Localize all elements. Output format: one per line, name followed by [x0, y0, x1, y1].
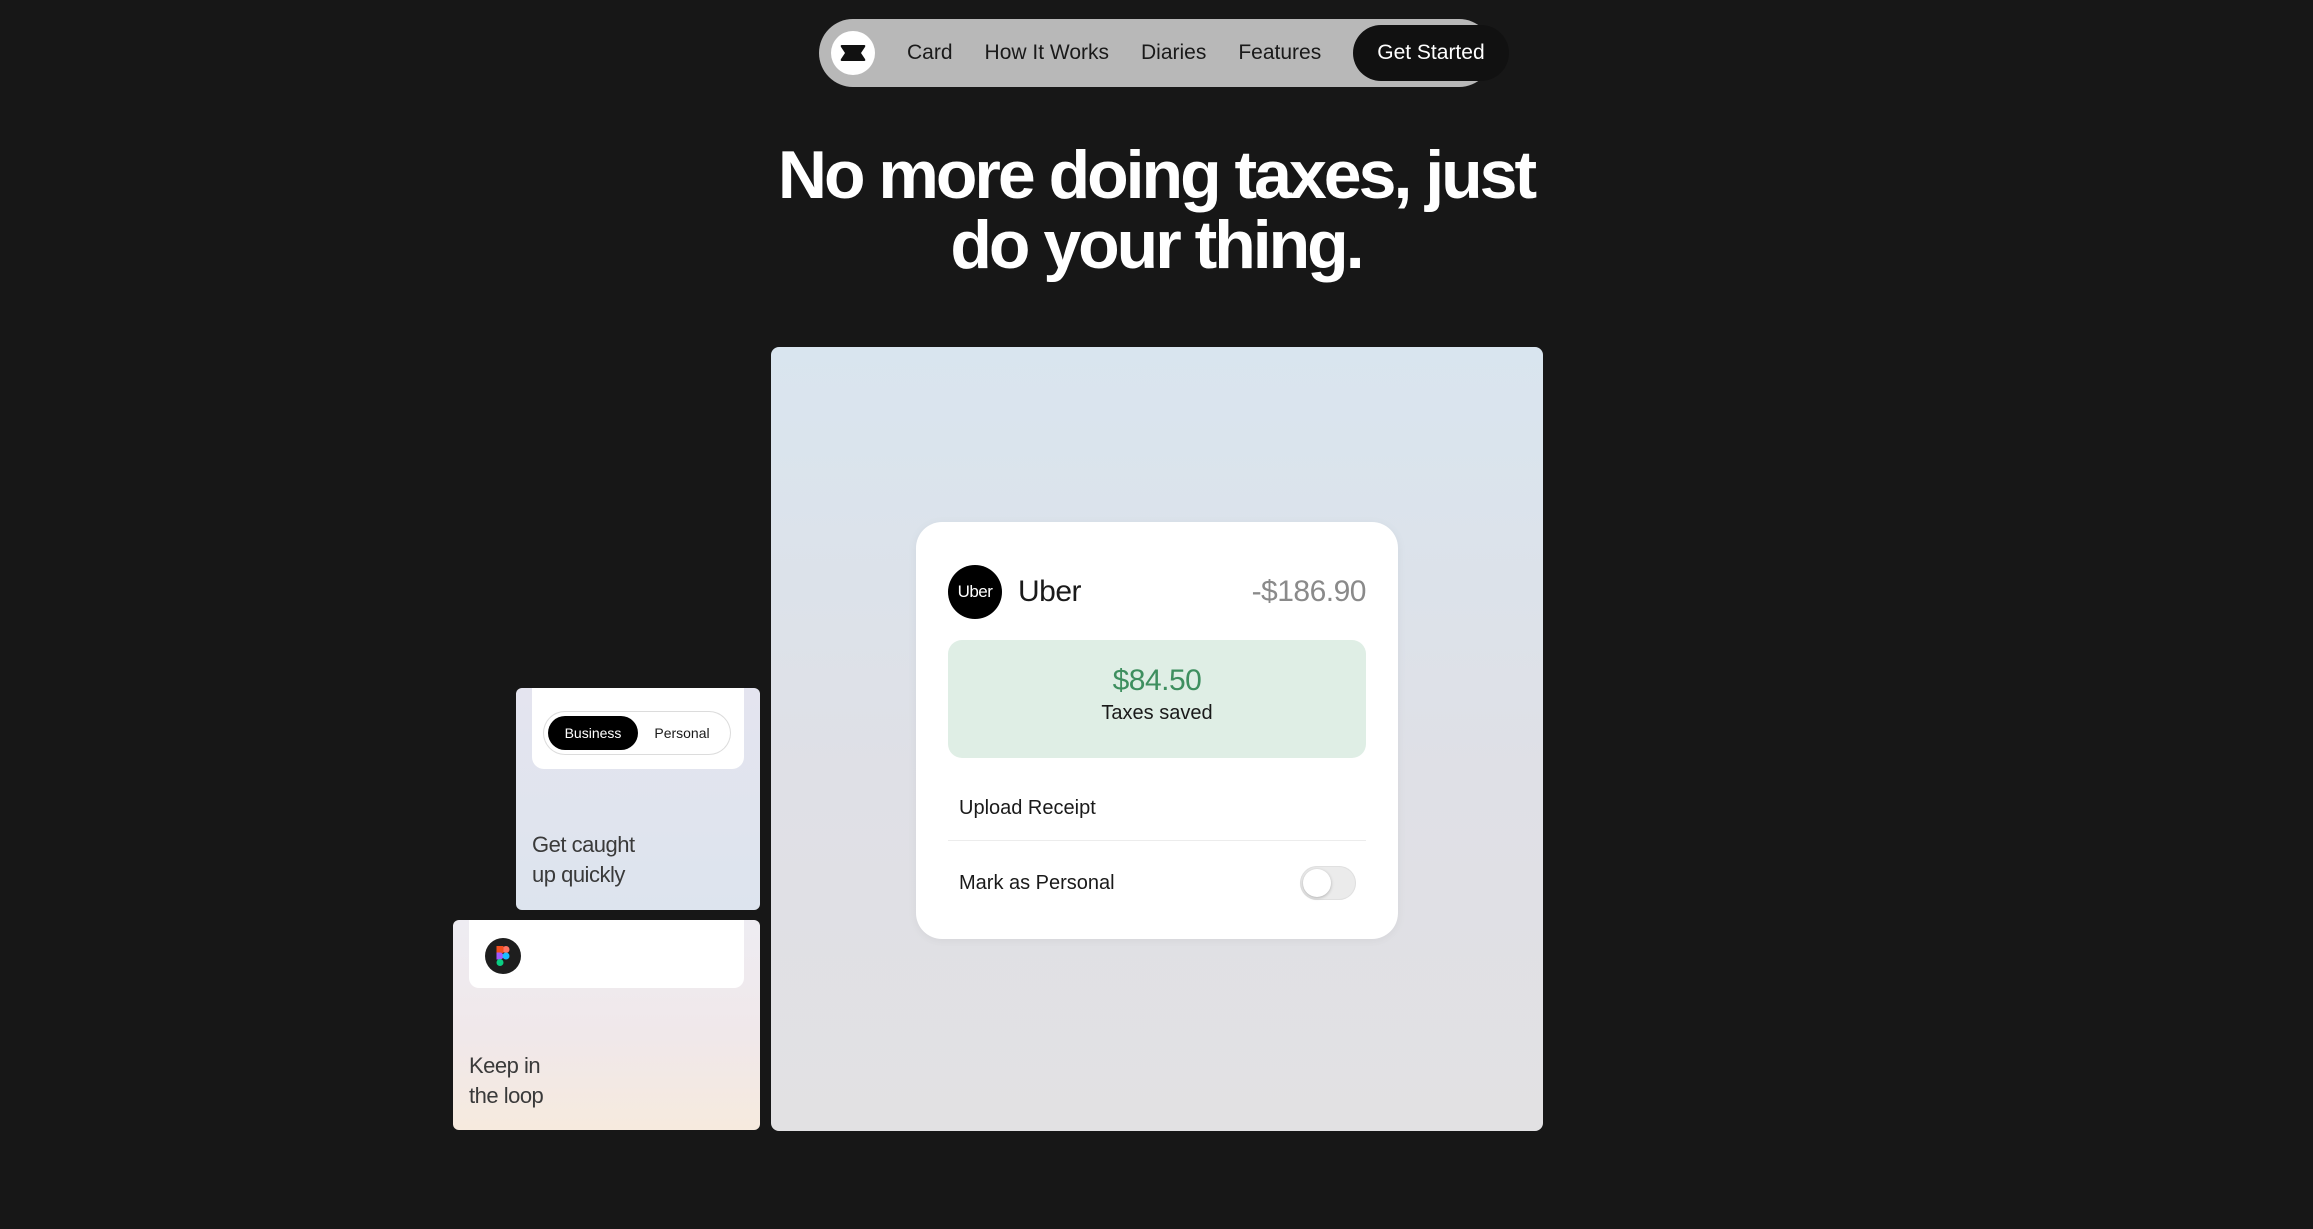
- keep-in-loop-caption: Keep in the loop: [469, 1051, 619, 1111]
- brand-logo-icon[interactable]: [831, 31, 875, 75]
- keep-in-loop-caption-line-1: Keep in: [469, 1053, 541, 1078]
- caught-up-caption: Get caught up quickly: [532, 830, 682, 890]
- nav-link-diaries[interactable]: Diaries: [1141, 41, 1206, 65]
- showcase-panel: Uber Uber -$186.90 $84.50 Taxes saved Up…: [771, 347, 1543, 1131]
- taxes-saved-value: $84.50: [1112, 664, 1202, 697]
- toggle-knob: [1303, 869, 1331, 897]
- segment-container: Business Personal: [532, 688, 744, 769]
- upload-receipt-row[interactable]: Upload Receipt: [948, 773, 1366, 843]
- transaction-amount: -$186.90: [1251, 575, 1367, 608]
- mark-personal-toggle[interactable]: [1300, 866, 1356, 900]
- hero-title-line-1: No more doing taxes, just: [777, 137, 1537, 213]
- nav-link-features[interactable]: Features: [1238, 41, 1321, 65]
- merchant-logo: Uber: [948, 565, 1002, 619]
- transaction-header: Uber Uber -$186.90: [948, 565, 1367, 619]
- segment-business[interactable]: Business: [548, 716, 638, 750]
- caught-up-caption-line-1: Get caught: [532, 832, 635, 857]
- upload-receipt-label: Upload Receipt: [959, 796, 1096, 819]
- caught-up-caption-line-2: up quickly: [532, 862, 625, 887]
- taxes-saved-box: $84.50 Taxes saved: [948, 640, 1366, 758]
- mark-personal-row: Mark as Personal: [948, 848, 1366, 918]
- top-nav: Card How It Works Diaries Features Get S…: [819, 19, 1509, 87]
- transaction-card: Uber Uber -$186.90 $84.50 Taxes saved Up…: [916, 522, 1398, 939]
- mark-personal-label: Mark as Personal: [959, 871, 1115, 894]
- nav-link-how-it-works[interactable]: How It Works: [985, 41, 1109, 65]
- business-personal-segmented-control: Business Personal: [543, 711, 731, 755]
- taxes-saved-label: Taxes saved: [1101, 702, 1213, 724]
- segment-personal[interactable]: Personal: [638, 716, 726, 750]
- hero-title-line-2: do your thing.: [950, 207, 1364, 283]
- notification-preview: [469, 920, 744, 988]
- hero-title: No more doing taxes, just do your thing.: [756, 140, 1556, 280]
- nav-link-card[interactable]: Card: [907, 41, 953, 65]
- get-started-button[interactable]: Get Started: [1353, 25, 1509, 81]
- row-divider: [948, 840, 1366, 841]
- figma-icon: [485, 938, 521, 974]
- keep-in-loop-caption-line-2: the loop: [469, 1083, 544, 1108]
- nav-links: Card How It Works Diaries Features: [907, 41, 1353, 65]
- merchant-name: Uber: [1018, 575, 1082, 608]
